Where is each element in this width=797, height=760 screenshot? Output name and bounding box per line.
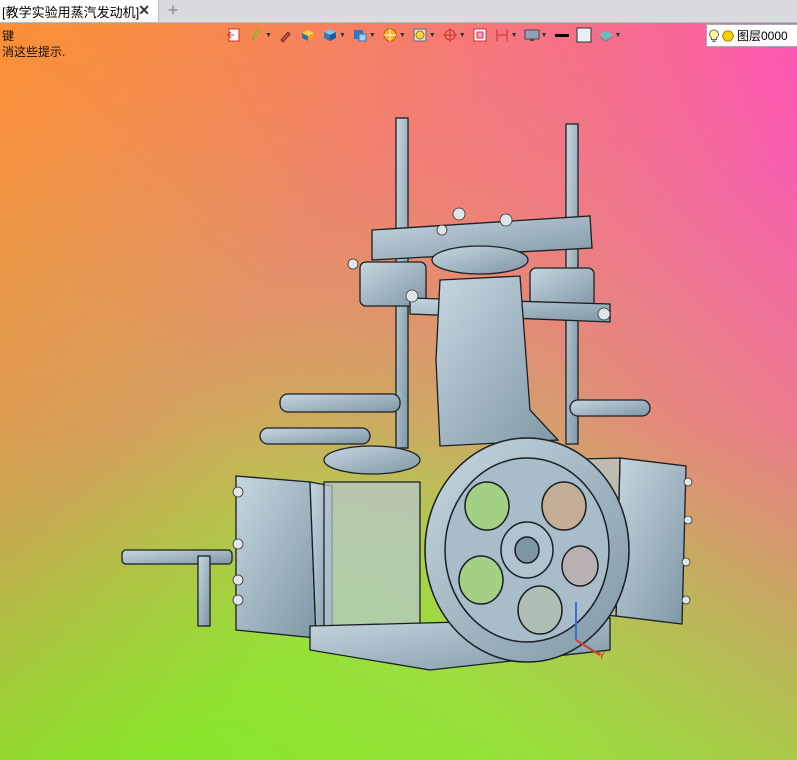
layer-stack-button[interactable]: ▼: [598, 25, 622, 45]
cylinder-cap: [323, 445, 421, 475]
flywheel[interactable]: [424, 437, 630, 663]
layer-selector[interactable]: 图层0000: [706, 24, 797, 47]
steam-engine-model[interactable]: [110, 110, 700, 680]
layer-label: 图层0000: [737, 29, 788, 43]
hint-line-1: 键: [2, 29, 15, 43]
cylinder-left: [323, 481, 421, 633]
add-tab-button[interactable]: +: [164, 0, 182, 22]
line-color-icon: [554, 34, 569, 37]
line-color-button[interactable]: [554, 25, 570, 45]
brush-button[interactable]: [278, 25, 294, 45]
tab-strip: [教学实验用蒸汽发动机] ✕ +: [0, 0, 797, 23]
dimension-button[interactable]: ▼: [494, 25, 518, 45]
chevron-down-icon: ▼: [540, 31, 548, 39]
steam-pipe: [121, 549, 233, 565]
linkage-left-2: [259, 427, 371, 445]
close-tab-icon[interactable]: ✕: [138, 2, 150, 19]
chevron-down-icon: ▼: [510, 31, 518, 39]
display-icon: [524, 29, 540, 41]
pen-icon: [251, 28, 261, 42]
top-boss: [431, 245, 529, 275]
cube-blue-icon: [323, 29, 336, 41]
frame-icon: [473, 28, 487, 42]
section-button[interactable]: ▼: [382, 25, 406, 45]
bulb-icon: [709, 28, 719, 42]
chevron-down-icon: ▼: [398, 31, 406, 39]
snap-button[interactable]: ▼: [442, 25, 466, 45]
layer-icon: [598, 31, 613, 42]
view-style-button[interactable]: ▼: [322, 25, 346, 45]
frame-button[interactable]: [472, 25, 488, 45]
chevron-down-icon: ▼: [265, 31, 272, 39]
linkage-left: [279, 393, 401, 413]
fill-color-icon: [576, 27, 591, 43]
section-icon: [383, 28, 397, 42]
tab-title: [教学实验用蒸汽发动机]: [2, 4, 140, 20]
chevron-down-icon: ▼: [338, 31, 346, 39]
axis-label-y: Y: [598, 650, 606, 662]
shaded-cube-button[interactable]: [300, 25, 316, 45]
pipe-drop: [197, 555, 211, 627]
chevron-down-icon: ▼: [458, 31, 466, 39]
render-icon: [413, 28, 427, 42]
cube-yellow-icon: [301, 30, 314, 41]
view-toolbar: ▼ ▼ ▼ ▼ ▼ ▼ ▼ ▼ ▼: [226, 24, 627, 46]
snap-icon: [442, 28, 457, 42]
exit-sketch-button[interactable]: [226, 25, 242, 45]
chevron-down-icon: ▼: [368, 31, 376, 39]
display-button[interactable]: ▼: [524, 25, 548, 45]
fill-color-button[interactable]: [576, 25, 592, 45]
view-cube-icon: [353, 30, 367, 42]
document-tab[interactable]: [教学实验用蒸汽发动机] ✕: [0, 0, 159, 22]
view-cube-button[interactable]: ▼: [352, 25, 376, 45]
sun-icon: [722, 29, 734, 42]
exit-sketch-icon: [227, 28, 240, 42]
render-button[interactable]: ▼: [412, 25, 436, 45]
valve-chest-left: [235, 475, 317, 639]
chevron-down-icon: ▼: [614, 31, 622, 39]
chevron-down-icon: ▼: [428, 31, 436, 39]
pen-tool-button[interactable]: ▼: [248, 25, 272, 45]
dimension-icon: [496, 29, 508, 41]
brush-icon: [280, 31, 291, 43]
hint-line-2: 消这些提示.: [2, 45, 66, 59]
linkage-right: [569, 399, 651, 417]
